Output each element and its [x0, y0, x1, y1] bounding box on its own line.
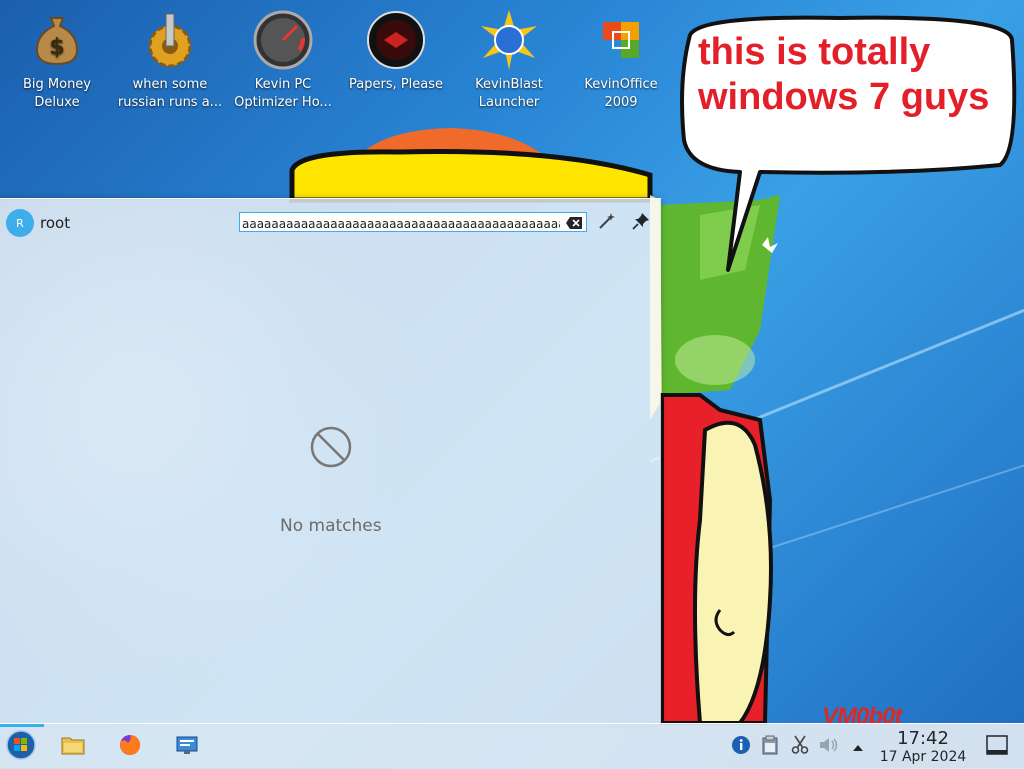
money-bag-icon: $: [25, 8, 89, 72]
clock-date: 17 Apr 2024: [879, 749, 967, 765]
papers-please-icon: [364, 8, 428, 72]
remote-desktop-icon: [175, 734, 199, 760]
desktop-icon-russian[interactable]: when some russian runs a...: [115, 8, 225, 112]
folder-icon: [61, 734, 85, 760]
blast-globe-icon: [477, 8, 541, 72]
clock[interactable]: 17:42 17 Apr 2024: [872, 729, 974, 766]
info-icon: [731, 735, 751, 759]
gear-icon: [138, 8, 202, 72]
desktop-icon-big-money[interactable]: $ Big Money Deluxe: [2, 8, 112, 112]
screenshot-button[interactable]: [789, 735, 811, 759]
scissors-icon: [791, 735, 809, 759]
chevron-up-icon: [852, 738, 864, 757]
pin-icon: [632, 212, 650, 234]
show-desktop-icon: [986, 735, 1008, 759]
svg-text:$: $: [49, 35, 64, 60]
no-matches-message: No matches: [280, 516, 382, 536]
username: root: [40, 214, 71, 232]
search-field[interactable]: [239, 212, 587, 232]
clipboard-icon: [761, 735, 779, 759]
start-orb-icon: [6, 730, 36, 764]
clear-icon[interactable]: [565, 215, 583, 229]
desktop-icon-papers-please[interactable]: Papers, Please: [341, 8, 451, 94]
remote-desktop-button[interactable]: [172, 732, 202, 762]
firefox-button[interactable]: [115, 732, 145, 762]
avatar[interactable]: R: [6, 209, 34, 237]
application-launcher: R root No matches: [0, 198, 661, 724]
desktop-icon-kevinoffice[interactable]: KevinOffice 2009: [566, 8, 676, 112]
speedometer-icon: [251, 8, 315, 72]
volume-icon: [818, 736, 840, 758]
file-manager-button[interactable]: [58, 732, 88, 762]
active-indicator: [0, 724, 44, 727]
pin-button[interactable]: [628, 210, 654, 236]
firefox-icon: [118, 733, 142, 761]
info-button[interactable]: [730, 736, 752, 758]
speech-bubble-text: this is totally windows 7 guys: [698, 31, 990, 118]
search-input[interactable]: [240, 215, 562, 231]
tray-expand-button[interactable]: [847, 736, 869, 758]
office-icon: [589, 8, 653, 72]
desktop-icon-kevin-pc-optimizer[interactable]: Kevin PC Optimizer Ho...: [228, 8, 338, 112]
clipboard-button[interactable]: [759, 735, 781, 759]
volume-button[interactable]: [818, 736, 840, 758]
show-desktop-button[interactable]: [986, 735, 1008, 759]
wand-icon: [598, 212, 616, 234]
start-button[interactable]: [6, 730, 36, 764]
clock-time: 17:42: [897, 728, 949, 749]
taskbar: 17:42 17 Apr 2024: [0, 723, 1024, 769]
no-results-icon: [309, 425, 353, 469]
configure-button[interactable]: [594, 210, 620, 236]
desktop-icon-kevinblast[interactable]: KevinBlast Launcher: [454, 8, 564, 112]
